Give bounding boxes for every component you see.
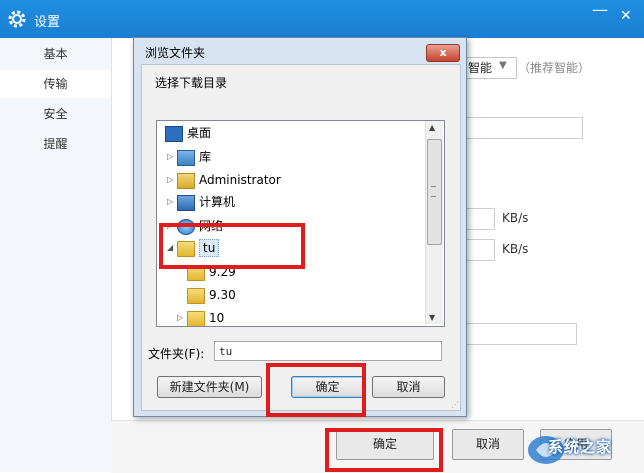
tree-item-label: 计算机 [199,195,236,209]
sidebar-item-security[interactable]: 安全 [0,100,111,128]
scroll-down-icon[interactable]: ▼ [429,313,435,322]
window-title: 设置 [34,15,61,30]
desktop-icon [165,126,183,142]
dialog-title: 浏览文件夹 [145,46,206,60]
tree-item-label: Administrator [199,173,281,187]
highlight-box [159,223,305,269]
download-path-field[interactable] [463,117,583,139]
download-speed-field[interactable] [463,208,495,230]
mode-hint: （推荐智能） [518,61,591,75]
expand-arrow-icon[interactable]: ▷ [167,147,173,167]
tree-item-label: 库 [199,150,212,164]
speed-unit-label: KB/s [502,242,529,256]
dialog-cancel-button[interactable]: 取消 [372,376,445,398]
expand-arrow-icon[interactable]: ▷ [177,308,183,326]
resize-grip-icon[interactable]: ⋰ [451,400,459,409]
close-button[interactable]: ✕ [620,8,632,24]
expand-arrow-icon[interactable]: ▷ [167,192,173,212]
sidebar-item-reminder[interactable]: 提醒 [0,130,111,158]
computer-icon [177,195,195,211]
chevron-down-icon[interactable]: ▼ [499,60,507,71]
upload-speed-field[interactable] [463,239,495,261]
folder-icon [187,288,205,304]
gear-icon [8,10,26,28]
settings-cancel-button[interactable]: 取消 [452,429,524,460]
tree-item-label: 桌面 [187,126,212,140]
highlight-box [266,363,366,417]
watermark-text: 系统之家 [548,438,613,456]
sidebar-item-transfer[interactable]: 传输 [0,70,111,98]
sidebar-item-basic[interactable]: 基本 [0,40,111,68]
title-bar: 设置 — ✕ [0,0,644,38]
mode-select[interactable]: 智能 [463,57,517,79]
settings-text-field[interactable] [463,323,577,345]
library-icon [177,150,195,166]
dialog-close-button[interactable]: x [426,44,460,62]
user-folder-icon [177,173,195,189]
minimize-button[interactable]: — [592,0,608,19]
dialog-prompt: 选择下载目录 [155,76,228,90]
scroll-up-icon[interactable]: ▲ [429,123,435,132]
tree-item-label: 9.30 [209,288,236,302]
new-folder-button[interactable]: 新建文件夹(M) [157,376,262,398]
highlight-box [325,428,443,472]
folder-input[interactable]: tu [214,341,442,361]
folder-icon [187,311,205,326]
tree-item-label: 10 [209,311,225,325]
folder-label: 文件夹(F): [148,347,205,361]
expand-arrow-icon[interactable]: ▷ [167,170,173,190]
sidebar: 基本 传输 安全 提醒 [0,38,112,472]
speed-unit-label: KB/s [502,211,529,225]
grip-icon [431,186,436,197]
